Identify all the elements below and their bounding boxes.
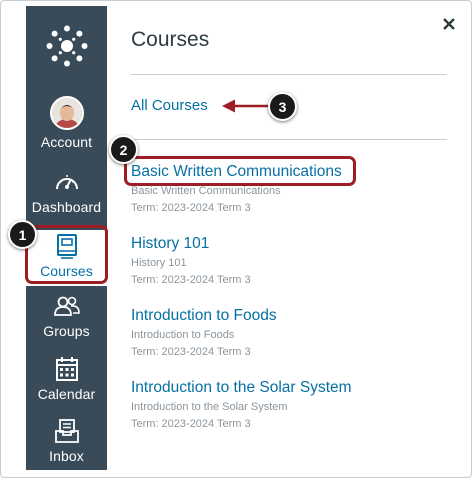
- course-subtitle: Introduction to Foods: [131, 329, 235, 341]
- nav-item-inbox[interactable]: Inbox: [26, 417, 107, 478]
- avatar: [49, 96, 84, 130]
- canvas-logo-icon[interactable]: [26, 24, 107, 68]
- callout-badge-1: 1: [8, 220, 37, 249]
- course-subtitle: History 101: [131, 257, 187, 269]
- nav-label-account: Account: [40, 134, 93, 150]
- nav-item-dashboard[interactable]: Dashboard: [26, 168, 107, 230]
- groups-people-icon: [53, 292, 81, 320]
- course-term: Term: 2023-2024 Term 3: [131, 202, 251, 214]
- nav-label-calendar: Calendar: [37, 386, 96, 402]
- nav-item-groups[interactable]: Groups: [26, 292, 107, 354]
- list-item: Introduction to Foods Introduction to Fo…: [131, 307, 451, 358]
- all-courses-link[interactable]: All Courses: [131, 97, 208, 114]
- list-item: History 101 History 101 Term: 2023-2024 …: [131, 235, 451, 286]
- nav-item-courses[interactable]: Courses: [26, 230, 107, 286]
- divider: [131, 74, 447, 75]
- callout-badge-3: 3: [268, 92, 297, 121]
- close-icon[interactable]: [439, 14, 459, 34]
- nav-label-groups: Groups: [43, 323, 90, 339]
- tray-title: Courses: [131, 28, 210, 51]
- course-term: Term: 2023-2024 Term 3: [131, 418, 251, 430]
- nav-item-calendar[interactable]: Calendar: [26, 355, 107, 417]
- courses-book-icon: [56, 232, 78, 260]
- course-link[interactable]: Basic Written Communications: [131, 163, 451, 181]
- divider: [131, 139, 447, 140]
- nav-item-account[interactable]: Account: [26, 96, 107, 158]
- course-term: Term: 2023-2024 Term 3: [131, 274, 251, 286]
- dashboard-gauge-icon: [54, 168, 80, 196]
- callout-badge-2: 2: [109, 135, 138, 164]
- course-link[interactable]: History 101: [131, 235, 451, 253]
- arrow-left-icon: [222, 99, 270, 113]
- course-subtitle: Introduction to the Solar System: [131, 401, 288, 413]
- course-link[interactable]: Introduction to Foods: [131, 307, 451, 325]
- nav-label-inbox: Inbox: [49, 448, 84, 464]
- inbox-tray-icon: [54, 417, 80, 445]
- nav-label-dashboard: Dashboard: [31, 199, 102, 215]
- list-item: Basic Written Communications Basic Writt…: [131, 163, 451, 214]
- global-navigation: Account Dashboard Courses Groups Calenda…: [26, 6, 107, 470]
- course-link[interactable]: Introduction to the Solar System: [131, 379, 451, 397]
- list-item: Introduction to the Solar System Introdu…: [131, 379, 451, 430]
- calendar-icon: [55, 355, 79, 383]
- course-subtitle: Basic Written Communications: [131, 185, 281, 197]
- course-term: Term: 2023-2024 Term 3: [131, 346, 251, 358]
- nav-label-courses: Courses: [40, 263, 93, 279]
